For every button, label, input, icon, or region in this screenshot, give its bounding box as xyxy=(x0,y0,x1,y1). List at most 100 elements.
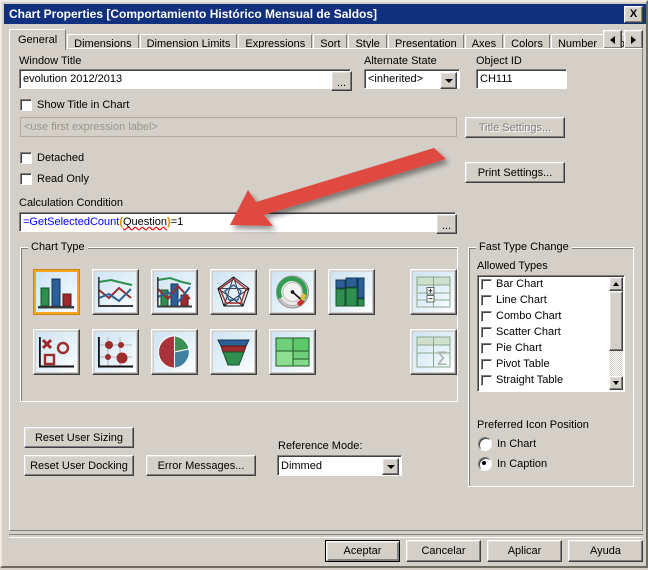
reset-user-sizing-label: Reset User Sizing xyxy=(34,431,124,444)
list-item[interactable]: Line Chart xyxy=(478,292,624,308)
help-button[interactable]: Ayuda xyxy=(568,540,643,562)
object-id-label: Object ID xyxy=(476,55,522,67)
reset-user-docking-button[interactable]: Reset User Docking xyxy=(24,455,134,476)
close-button[interactable]: X xyxy=(624,6,643,23)
chart-type-line-chart[interactable] xyxy=(92,269,139,315)
scrollbar-track[interactable] xyxy=(609,351,623,376)
show-title-in-chart-label: Show Title in Chart xyxy=(37,99,130,111)
chart-type-pivot-table[interactable] xyxy=(410,269,457,315)
error-messages-label: Error Messages... xyxy=(157,459,245,472)
block-chart-icon xyxy=(272,332,313,372)
title-expression-placeholder: <use first expression label> xyxy=(24,121,158,133)
preferred-icon-position-label: Preferred Icon Position xyxy=(477,419,589,431)
tab-scroll-right-button[interactable] xyxy=(624,30,643,49)
list-item[interactable]: Scatter Chart xyxy=(478,324,624,340)
title-settings-label: Title Settings... xyxy=(478,121,552,134)
window-title: Chart Properties [Comportamiento Históri… xyxy=(9,7,378,21)
chart-type-funnel-chart[interactable] xyxy=(210,329,257,375)
chart-type-mekko-chart[interactable] xyxy=(328,269,375,315)
read-only-label: Read Only xyxy=(37,173,89,185)
alternate-state-label: Alternate State xyxy=(364,55,437,67)
list-item[interactable]: Pie Chart xyxy=(478,340,624,356)
scroll-up-button[interactable] xyxy=(609,277,623,291)
icon-position-in-caption-radio[interactable]: In Caption xyxy=(478,457,547,471)
reference-mode-dropdown-button[interactable] xyxy=(382,458,399,475)
alternate-state-dropdown-button[interactable] xyxy=(440,72,457,89)
print-settings-button[interactable]: Print Settings... xyxy=(465,162,565,183)
tab-scroll-left-button[interactable] xyxy=(603,30,622,49)
list-item[interactable]: Bar Chart xyxy=(478,276,624,292)
checkbox-box[interactable] xyxy=(481,326,492,338)
allowed-types-listbox[interactable]: Bar Chart Line Chart Combo Chart Scatter… xyxy=(477,275,625,392)
checkbox-box[interactable] xyxy=(481,374,492,386)
object-id-value: CH111 xyxy=(480,73,513,85)
icon-position-in-chart-radio[interactable]: In Chart xyxy=(478,437,536,451)
chart-type-block-chart[interactable] xyxy=(269,329,316,375)
general-tab-panel: Window Title evolution 2012/2013 ... Alt… xyxy=(9,48,643,531)
calculation-condition-expression: =GetSelectedCount(Question)=1 xyxy=(23,216,183,228)
print-settings-label: Print Settings... xyxy=(477,166,553,179)
straight-table-icon: Σ xyxy=(413,332,454,372)
error-messages-button[interactable]: Error Messages... xyxy=(146,455,256,476)
expression-function: =GetSelectedCount xyxy=(23,216,120,228)
cancel-button[interactable]: Cancelar xyxy=(406,540,481,562)
reference-mode-select[interactable]: Dimmed xyxy=(277,455,402,476)
funnel-chart-icon xyxy=(213,332,254,372)
chart-type-grid-chart[interactable] xyxy=(92,329,139,375)
window-title-input[interactable]: evolution 2012/2013 xyxy=(19,69,351,89)
checkbox-box[interactable] xyxy=(481,278,492,290)
chart-type-straight-table[interactable]: Σ xyxy=(410,329,457,375)
grid-chart-icon xyxy=(95,332,136,372)
list-item[interactable]: Straight Table xyxy=(478,372,624,388)
checkbox-box[interactable] xyxy=(481,310,492,322)
triangle-right-icon xyxy=(631,35,636,44)
read-only-checkbox[interactable]: Read Only xyxy=(20,173,89,185)
combo-chart-icon xyxy=(154,272,195,312)
chart-type-combo-chart[interactable] xyxy=(151,269,198,315)
radio-circle xyxy=(478,437,492,451)
accept-button[interactable]: Aceptar xyxy=(325,540,400,562)
checkbox-box[interactable] xyxy=(481,358,492,370)
list-item-label: Pie Chart xyxy=(496,342,542,354)
list-item-label: Straight Table xyxy=(496,374,564,386)
chart-properties-dialog: Chart Properties [Comportamiento Históri… xyxy=(0,0,648,568)
detached-checkbox[interactable]: Detached xyxy=(20,152,84,164)
footer-divider xyxy=(9,534,643,538)
scatter-chart-icon xyxy=(36,332,77,372)
checkbox-box xyxy=(20,152,32,164)
chart-type-group-label: Chart Type xyxy=(28,241,88,253)
alternate-state-select[interactable]: <inherited> xyxy=(364,69,460,89)
scroll-down-button[interactable] xyxy=(609,376,623,390)
scrollbar-thumb[interactable] xyxy=(609,291,623,351)
list-item-label: Combo Chart xyxy=(496,310,562,322)
checkbox-box[interactable] xyxy=(481,294,492,306)
tab-general[interactable]: General xyxy=(9,29,67,50)
radio-circle xyxy=(478,457,492,471)
calculation-condition-browse-button[interactable]: ... xyxy=(436,214,457,234)
window-title-browse-button[interactable]: ... xyxy=(331,71,352,91)
title-expression-input[interactable]: <use first expression label> xyxy=(20,117,457,137)
chart-type-scatter-chart[interactable] xyxy=(33,329,80,375)
calculation-condition-input[interactable]: =GetSelectedCount(Question)=1 xyxy=(19,212,456,232)
reset-user-sizing-button[interactable]: Reset User Sizing xyxy=(24,427,134,448)
title-settings-button[interactable]: Title Settings... xyxy=(465,117,565,138)
checkbox-box xyxy=(20,173,32,185)
list-item[interactable]: Pivot Table xyxy=(478,356,624,372)
apply-button[interactable]: Aplicar xyxy=(487,540,562,562)
chart-type-gauge-chart[interactable] xyxy=(269,269,316,315)
show-title-in-chart-checkbox[interactable]: Show Title in Chart xyxy=(20,99,129,111)
title-bar: Chart Properties [Comportamiento Históri… xyxy=(4,4,646,24)
icon-position-in-caption-label: In Caption xyxy=(497,458,548,470)
chart-type-radar-chart[interactable] xyxy=(210,269,257,315)
triangle-down-icon xyxy=(613,381,619,385)
list-item[interactable]: Combo Chart xyxy=(478,308,624,324)
chart-type-bar-chart[interactable] xyxy=(33,269,80,315)
pie-chart-icon xyxy=(154,332,195,372)
allowed-types-scrollbar[interactable] xyxy=(609,277,623,390)
alternate-state-value: <inherited> xyxy=(368,73,424,85)
chart-type-pie-chart[interactable] xyxy=(151,329,198,375)
list-item-label: Scatter Chart xyxy=(496,326,561,338)
bar-chart-icon xyxy=(36,272,77,312)
checkbox-box[interactable] xyxy=(481,342,492,354)
object-id-input[interactable]: CH111 xyxy=(476,69,567,89)
